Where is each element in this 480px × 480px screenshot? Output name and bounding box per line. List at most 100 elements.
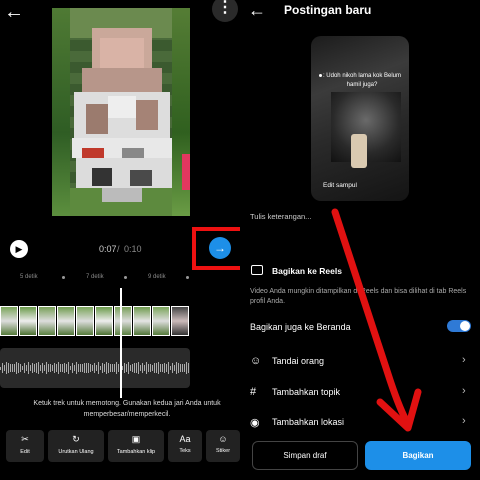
new-post-panel: ← Postingan baru : Udoh nikoh lama kok B… <box>240 0 480 480</box>
time-current: 0:07 <box>99 244 117 254</box>
playhead[interactable] <box>120 288 122 398</box>
reels-icon <box>251 265 263 275</box>
waveform-bar <box>20 363 21 373</box>
waveform-bar <box>88 362 89 374</box>
share-button[interactable]: Bagikan <box>365 441 471 470</box>
waveform-bar <box>104 364 105 372</box>
waveform-bar <box>96 364 97 372</box>
annotation-highlight-box: → <box>192 227 240 270</box>
waveform-bar <box>68 361 69 375</box>
waveform-bar <box>34 363 35 373</box>
waveform-bar <box>8 363 9 373</box>
waveform-bar <box>26 364 27 372</box>
add-location-row[interactable]: ◉ Tambahkan lokasi › <box>240 411 480 433</box>
ruler-label: 7 detik <box>86 274 104 280</box>
audio-waveform[interactable] <box>0 348 190 388</box>
person-tag-icon: ☺ <box>250 355 262 367</box>
waveform-bar <box>124 362 125 374</box>
chevron-right-icon: › <box>462 415 466 427</box>
waveform-bar <box>2 363 3 373</box>
waveform-bar <box>178 363 179 373</box>
sticker-icon: ☺ <box>218 434 228 444</box>
waveform-bar <box>130 364 131 372</box>
bottom-action-bar: Simpan draf Bagikan <box>240 437 480 480</box>
tool-add-clip-button[interactable]: ▣ Tambahkan klip <box>108 430 164 462</box>
waveform-bar <box>136 363 137 373</box>
waveform-bar <box>38 362 39 374</box>
share-to-home-toggle[interactable] <box>447 320 471 332</box>
waveform-bar <box>54 362 55 374</box>
waveform-bar <box>60 364 61 372</box>
waveform-bar <box>12 363 13 373</box>
next-arrow-button[interactable]: → <box>209 237 231 259</box>
waveform-bar <box>46 362 47 374</box>
waveform-bar <box>134 363 135 373</box>
tool-edit-button[interactable]: ✂ Edit <box>6 430 44 462</box>
ruler-dot <box>62 276 65 279</box>
waveform-bar <box>150 363 151 373</box>
waveform-bar <box>74 365 75 371</box>
waveform-bar <box>86 362 87 374</box>
waveform-bar <box>188 363 189 373</box>
waveform-bar <box>132 363 133 373</box>
caption-input[interactable]: Tulis keterangan... <box>250 212 311 221</box>
waveform-bar <box>30 365 31 371</box>
video-editor-panel: ← ⋮ ▶ 0:07 / 0:10 → 5 detik 7 detik 9 de… <box>0 0 240 480</box>
tag-people-row[interactable]: ☺ Tandai orang › <box>240 350 480 372</box>
reorder-icon: ↻ <box>72 434 80 444</box>
clip-track[interactable] <box>0 306 194 336</box>
add-topic-row[interactable]: # Tambahkan topik › <box>240 381 480 403</box>
waveform-bar <box>110 364 111 372</box>
waveform-bar <box>4 364 5 372</box>
reels-section-title: Bagikan ke Reels <box>272 266 342 276</box>
waveform-bar <box>174 364 175 372</box>
waveform-bar <box>126 364 127 372</box>
scissors-icon: ✂ <box>21 434 29 444</box>
waveform-bar <box>144 365 145 371</box>
reel-thumbnail[interactable]: : Udoh nikoh lama kok Belum hamil juga? … <box>311 36 409 201</box>
waveform-bar <box>108 362 109 374</box>
waveform-bar <box>138 361 139 375</box>
tool-sticker-button[interactable]: ☺ Stiker <box>206 430 240 462</box>
waveform-bar <box>16 362 17 374</box>
waveform-bar <box>52 365 53 371</box>
ruler-dot <box>124 276 127 279</box>
waveform-bar <box>22 365 23 371</box>
waveform-bar <box>122 365 123 371</box>
edit-cover-link[interactable]: Edit sampul <box>323 182 357 189</box>
waveform-bar <box>80 363 81 373</box>
waveform-bar <box>142 363 143 373</box>
back-arrow-icon[interactable]: ← <box>4 2 32 24</box>
waveform-bar <box>184 363 185 373</box>
ruler-label: 9 detik <box>148 274 166 280</box>
waveform-bar <box>172 363 173 373</box>
waveform-bar <box>0 366 1 370</box>
text-icon: Aa <box>179 434 191 444</box>
waveform-bar <box>32 363 33 373</box>
more-options-icon[interactable]: ⋮ <box>212 0 238 22</box>
waveform-bar <box>98 361 99 375</box>
add-clip-icon: ▣ <box>131 434 141 444</box>
waveform-bar <box>78 363 79 373</box>
waveform-bar <box>170 366 171 370</box>
waveform-bar <box>40 364 41 372</box>
waveform-bar <box>166 364 167 372</box>
chevron-right-icon: › <box>462 385 466 397</box>
waveform-bar <box>106 362 107 374</box>
tool-text-button[interactable]: Aa Teks <box>168 430 202 462</box>
waveform-bar <box>164 362 165 374</box>
back-arrow-icon[interactable]: ← <box>248 0 266 21</box>
time-total: 0:10 <box>124 244 142 254</box>
waveform-bar <box>84 363 85 373</box>
waveform-bar <box>168 361 169 375</box>
save-draft-button[interactable]: Simpan draf <box>252 441 358 470</box>
waveform-bar <box>24 362 25 374</box>
waveform-bar <box>82 364 83 372</box>
waveform-bar <box>180 364 181 372</box>
waveform-bar <box>48 364 49 372</box>
waveform-bar <box>64 362 65 373</box>
waveform-bar <box>116 362 117 374</box>
tool-reorder-button[interactable]: ↻ Urutkan Ulang <box>48 430 104 462</box>
play-icon[interactable]: ▶ <box>10 240 28 258</box>
waveform-bar <box>18 363 19 373</box>
